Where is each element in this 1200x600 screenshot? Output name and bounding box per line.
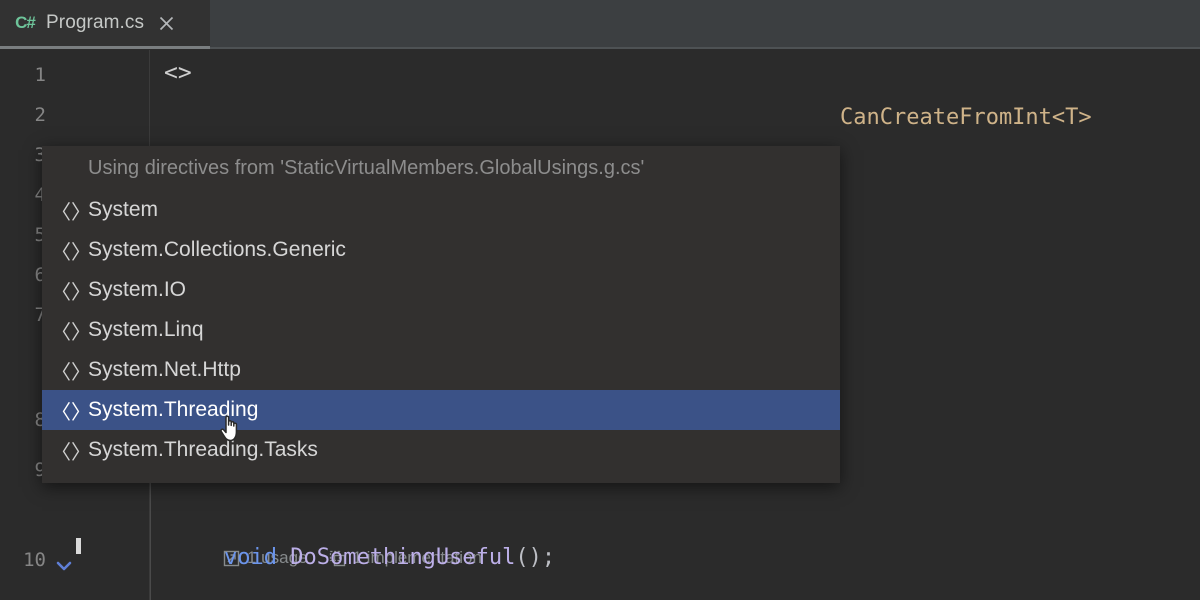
- line-number: 3: [0, 135, 46, 175]
- completion-item-system-threading[interactable]: 〈〉 System.Threading: [42, 390, 840, 430]
- method-name: DoSomethingUseful: [290, 545, 515, 570]
- line-number: 8: [0, 400, 46, 440]
- completion-item-system[interactable]: 〈〉 System: [42, 190, 840, 230]
- editor-tab-bar: C# Program.cs: [0, 0, 1200, 50]
- namespace-icon: 〈〉: [54, 396, 88, 425]
- completion-item-label: System: [88, 198, 158, 222]
- completion-item-system-io[interactable]: 〈〉 System.IO: [42, 270, 840, 310]
- code-line-10: void DoSomethingUseful();: [224, 538, 555, 578]
- namespace-icon: 〈〉: [54, 436, 88, 465]
- line-number: 9: [0, 450, 46, 490]
- completion-item-system-collections-generic[interactable]: 〈〉 System.Collections.Generic: [42, 230, 840, 270]
- line-number: 6: [0, 255, 46, 295]
- completion-popup-header: Using directives from 'StaticVirtualMemb…: [42, 146, 840, 190]
- change-marker[interactable]: [76, 538, 81, 554]
- completion-item-label: System.IO: [88, 278, 186, 302]
- csharp-file-icon: C#: [14, 12, 36, 34]
- completion-item-system-threading-tasks[interactable]: 〈〉 System.Threading.Tasks: [42, 430, 840, 470]
- close-icon[interactable]: [156, 13, 176, 33]
- tab-program-cs[interactable]: C# Program.cs: [0, 0, 210, 49]
- namespace-icon: 〈〉: [54, 236, 88, 265]
- tab-label: Program.cs: [46, 12, 144, 34]
- code-editor[interactable]: 1 2 3 4 5 6 7 8 9 10: [0, 50, 1200, 600]
- completion-item-system-net-http[interactable]: 〈〉 System.Net.Http: [42, 350, 840, 390]
- completion-item-label: System.Threading.Tasks: [88, 438, 318, 462]
- line-number: 4: [0, 175, 46, 215]
- namespace-icon: 〈〉: [54, 276, 88, 305]
- namespace-icon: <>: [164, 60, 192, 86]
- namespace-icon: 〈〉: [54, 196, 88, 225]
- line-number: 5: [0, 215, 46, 255]
- code-line-2: CanCreateFromInt<T>: [840, 98, 1092, 138]
- method-punctuation: ();: [515, 545, 555, 570]
- completion-item-label: System.Collections.Generic: [88, 238, 346, 262]
- completion-item-label: System.Linq: [88, 318, 204, 342]
- line-number: 7: [0, 295, 46, 335]
- completion-popup[interactable]: Using directives from 'StaticVirtualMemb…: [42, 146, 840, 483]
- keyword-void: void: [224, 545, 277, 570]
- line-number: 2: [0, 95, 46, 135]
- completion-item-label: System.Net.Http: [88, 358, 241, 382]
- namespace-icon: 〈〉: [54, 316, 88, 345]
- line-number: 1: [0, 55, 46, 95]
- line-number: 10: [0, 540, 46, 580]
- fold-chevron-icon[interactable]: [54, 546, 74, 586]
- namespace-icon: 〈〉: [54, 356, 88, 385]
- completion-item-label: System.Threading: [88, 398, 258, 422]
- ide-window: C# Program.cs 1 2 3 4 5 6 7 8 9 10: [0, 0, 1200, 600]
- tab-bar-empty-area: [210, 0, 1200, 49]
- completion-item-system-linq[interactable]: 〈〉 System.Linq: [42, 310, 840, 350]
